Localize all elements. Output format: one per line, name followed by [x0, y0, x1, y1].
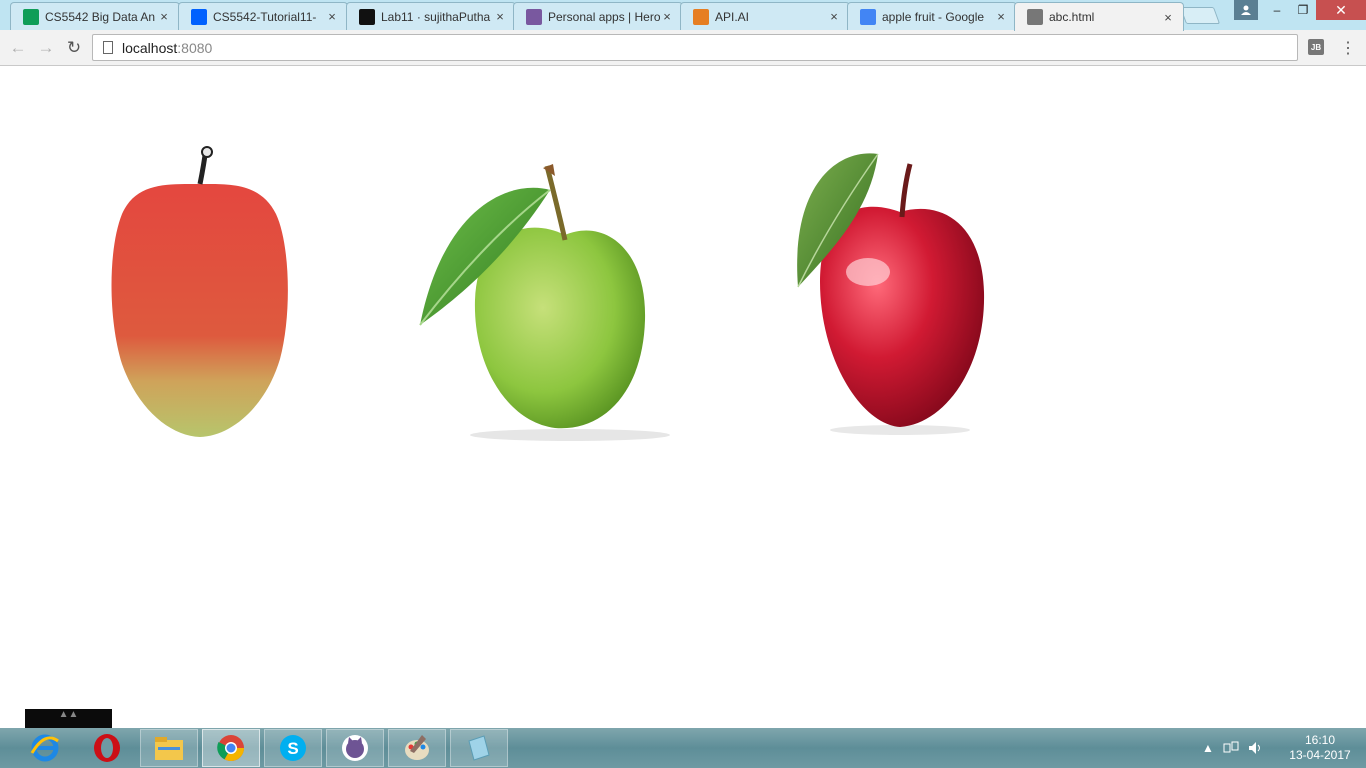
tab-strip: CS5542 Big Data An × CS5542-Tutorial11- × La… — [0, 0, 1366, 31]
notes-icon[interactable] — [450, 729, 508, 767]
back-button[interactable]: ← — [6, 36, 30, 60]
github-desktop-icon[interactable] — [326, 729, 384, 767]
show-hidden-icons-button[interactable]: ▲ — [1202, 728, 1214, 768]
tab-close-icon[interactable]: × — [1161, 10, 1175, 25]
tab-title: CS5542-Tutorial11- — [213, 9, 317, 24]
url-host: localhost — [122, 39, 178, 56]
browser-toolbar: ← → ↻ localhost:8080 JB ⋮ — [0, 30, 1366, 66]
tab-close-icon[interactable]: × — [493, 9, 507, 24]
volume-icon[interactable] — [1248, 728, 1264, 768]
forward-button[interactable]: → — [34, 36, 58, 60]
tab-4[interactable]: Personal apps | Hero × — [513, 2, 683, 30]
tab-7[interactable]: abc.html × — [1014, 2, 1184, 31]
tab-1[interactable]: CS5542 Big Data An × — [10, 2, 180, 30]
page-icon — [103, 41, 113, 54]
heroku-icon — [526, 8, 542, 25]
apiai-icon — [693, 8, 709, 25]
tab-title: API.AI — [715, 9, 750, 24]
github-icon — [359, 8, 375, 25]
svg-text:S: S — [287, 739, 298, 758]
extension-icon[interactable]: JB — [1308, 39, 1324, 55]
page-icon — [1027, 9, 1043, 25]
internet-explorer-icon[interactable] — [16, 729, 74, 767]
taskbar: S ▲ 16:10 13-04-2017 — [0, 728, 1366, 768]
tab-title: Personal apps | Hero — [548, 9, 660, 24]
opera-icon[interactable] — [78, 729, 136, 767]
page-content — [0, 67, 1366, 728]
tab-close-icon[interactable]: × — [660, 9, 674, 24]
google-icon — [860, 8, 876, 25]
tab-close-icon[interactable]: × — [827, 9, 841, 24]
clock-date: 13-04-2017 — [1289, 748, 1351, 762]
tab-3[interactable]: Lab11 · sujithaPutha × — [346, 2, 516, 30]
new-tab-button[interactable] — [1179, 7, 1221, 24]
clock-time: 16:10 — [1304, 733, 1336, 747]
tab-title: Lab11 · sujithaPutha — [381, 9, 491, 24]
close-window-button[interactable]: ✕ — [1316, 0, 1366, 20]
tab-2[interactable]: CS5542-Tutorial11- × — [178, 2, 348, 30]
pink-apple-image — [111, 146, 288, 437]
file-explorer-icon[interactable] — [140, 729, 198, 767]
maximize-button[interactable]: ❐ — [1290, 0, 1316, 20]
sheets-icon — [23, 8, 39, 25]
tab-6[interactable]: apple fruit - Google × — [847, 2, 1017, 30]
desktop-peek-tab[interactable]: ▲▲ — [25, 709, 112, 729]
red-apple-image — [797, 153, 985, 435]
dropbox-icon — [191, 8, 207, 25]
menu-button[interactable]: ⋮ — [1338, 36, 1358, 60]
url-port: :8080 — [177, 39, 213, 56]
reload-button[interactable]: ↻ — [62, 36, 86, 60]
tab-close-icon[interactable]: × — [157, 9, 171, 24]
skype-icon[interactable]: S — [264, 729, 322, 767]
tab-title: apple fruit - Google — [882, 9, 985, 24]
address-bar[interactable]: localhost:8080 — [92, 34, 1298, 61]
tab-title: CS5542 Big Data An — [45, 9, 156, 24]
tab-title: abc.html — [1049, 10, 1095, 24]
profile-icon[interactable] — [1234, 0, 1258, 20]
system-clock[interactable]: 16:10 13-04-2017 — [1280, 733, 1360, 763]
network-icon[interactable] — [1223, 728, 1239, 768]
green-apple-image — [419, 164, 670, 441]
minimize-button[interactable]: – — [1264, 0, 1290, 20]
chrome-icon[interactable] — [202, 729, 260, 767]
tab-close-icon[interactable]: × — [994, 9, 1008, 24]
paint-icon[interactable] — [388, 729, 446, 767]
tab-close-icon[interactable]: × — [325, 9, 339, 24]
tab-5[interactable]: API.AI × — [680, 2, 850, 30]
